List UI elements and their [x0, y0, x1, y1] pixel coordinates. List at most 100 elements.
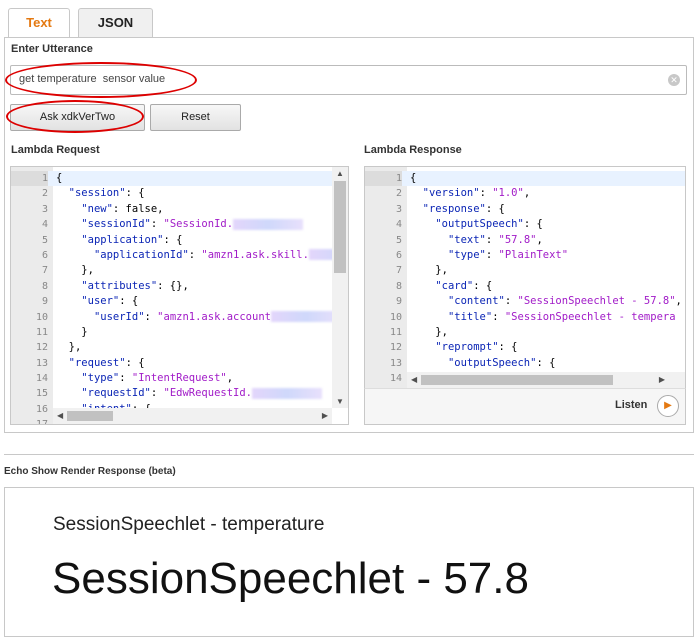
request-code-line: 15 "requestId": "EdwRequestId.	[11, 386, 348, 401]
scroll-left-icon[interactable]: ◀	[411, 375, 417, 384]
scroll-left-icon[interactable]: ◀	[57, 411, 63, 420]
line-number: 3	[41, 203, 48, 215]
code-text: "type": "IntentRequest",	[56, 371, 233, 386]
request-vertical-thumb[interactable]	[334, 181, 346, 273]
code-token: "session"	[68, 187, 126, 200]
reset-button[interactable]: Reset	[150, 104, 241, 131]
code-text: "application": {	[56, 233, 182, 248]
line-number: 15	[35, 388, 48, 400]
request-vertical-scrollbar[interactable]: ▲ ▼	[332, 167, 348, 408]
code-text: "card": {	[410, 279, 492, 294]
code-text: "reprompt": {	[410, 340, 517, 355]
code-token: : {	[485, 202, 505, 215]
code-token: "57.8"	[498, 233, 537, 246]
utterance-field[interactable]: ✕	[10, 65, 687, 95]
code-token: "title"	[447, 310, 493, 323]
request-code: 1{2 "session": {3 "new": false, 4 "sessio…	[11, 171, 348, 424]
response-code-line: 11 },	[365, 325, 685, 340]
code-token: "amzn1.ask.account	[157, 310, 271, 323]
request-horizontal-scrollbar[interactable]: ◀ ▶	[53, 408, 332, 424]
code-token: "IntentRequest"	[131, 372, 227, 385]
code-text: {	[410, 171, 416, 186]
code-text: "applicationId": "amzn1.ask.skill.	[56, 248, 348, 263]
code-token: }	[56, 325, 88, 338]
ask-button[interactable]: Ask xdkVerTwo	[10, 104, 145, 131]
line-number: 13	[35, 357, 48, 369]
scroll-right-icon[interactable]: ▶	[322, 411, 328, 420]
code-token: "content"	[447, 295, 505, 308]
lambda-response-editor[interactable]: 1{2 "version": "1.0", 3 "response": {4 "o…	[364, 166, 686, 389]
request-code-line: 14 "type": "IntentRequest",	[11, 371, 348, 386]
scroll-up-icon[interactable]: ▲	[336, 169, 344, 178]
request-code-line: 11 }	[11, 325, 348, 340]
code-token: : {	[498, 341, 518, 354]
utterance-input[interactable]	[19, 73, 619, 85]
clear-icon[interactable]: ✕	[668, 74, 680, 86]
code-text: "response": {	[410, 202, 505, 217]
line-number: 11	[35, 326, 48, 338]
code-token: "response"	[422, 202, 486, 215]
code-text: "userId": "amzn1.ask.account	[56, 310, 341, 325]
request-code-line: 9 "user": {	[11, 294, 348, 309]
line-number: 3	[395, 203, 402, 215]
request-code-line: 6 "applicationId": "amzn1.ask.skill.	[11, 248, 348, 263]
code-token: "request"	[68, 356, 126, 369]
scroll-down-icon[interactable]: ▼	[336, 397, 344, 406]
code-token: : {	[163, 233, 183, 246]
line-number: 5	[395, 234, 402, 246]
response-code-line: 8 "card": {	[365, 279, 685, 294]
code-token: "applicationId"	[93, 248, 189, 261]
tab-text[interactable]: Text	[8, 8, 70, 39]
lambda-request-label: Lambda Request	[11, 144, 100, 156]
line-number: 14	[389, 373, 402, 385]
code-token: : false,	[112, 202, 164, 215]
line-number: 7	[41, 265, 48, 277]
code-token: },	[56, 264, 94, 277]
code-token: {	[56, 172, 63, 184]
line-number: 13	[389, 357, 402, 369]
code-token: "SessionId.	[163, 218, 234, 231]
code-token: "PlainText"	[498, 248, 569, 261]
code-token: : {	[119, 295, 139, 308]
line-number: 12	[389, 342, 402, 354]
line-number: 1	[11, 171, 48, 187]
code-text: "session": {	[56, 186, 145, 201]
line-number: 9	[395, 296, 402, 308]
response-horizontal-thumb[interactable]	[421, 375, 613, 385]
code-token: :	[144, 310, 158, 323]
code-token: ,	[675, 295, 682, 308]
code-token: ,	[226, 372, 234, 385]
code-token: "type"	[447, 248, 486, 261]
line-number: 10	[35, 311, 48, 323]
response-horizontal-scrollbar[interactable]: ◀ ▶	[407, 372, 685, 388]
line-number: 10	[389, 311, 402, 323]
lambda-response-label: Lambda Response	[364, 144, 462, 156]
response-code-line: 3 "response": {	[365, 202, 685, 217]
scroll-right-icon[interactable]: ▶	[659, 375, 665, 384]
code-token: "userId"	[93, 310, 145, 323]
code-token: : {	[523, 218, 543, 231]
code-text: },	[56, 263, 94, 278]
line-number: 14	[35, 373, 48, 385]
response-code-line: 7 },	[365, 263, 685, 278]
code-token: "card"	[435, 279, 474, 292]
request-code-line: 4 "sessionId": "SessionId.	[11, 217, 348, 232]
play-icon[interactable]: ▶	[657, 395, 679, 417]
code-token: "requestId"	[81, 387, 151, 400]
code-token: :	[479, 187, 493, 200]
line-number: 7	[395, 265, 402, 277]
tab-json[interactable]: JSON	[78, 8, 153, 38]
request-horizontal-thumb[interactable]	[67, 411, 113, 421]
code-token: "new"	[81, 202, 113, 215]
lambda-request-editor[interactable]: 1{2 "session": {3 "new": false, 4 "sessio…	[10, 166, 349, 425]
code-text: },	[56, 340, 82, 355]
